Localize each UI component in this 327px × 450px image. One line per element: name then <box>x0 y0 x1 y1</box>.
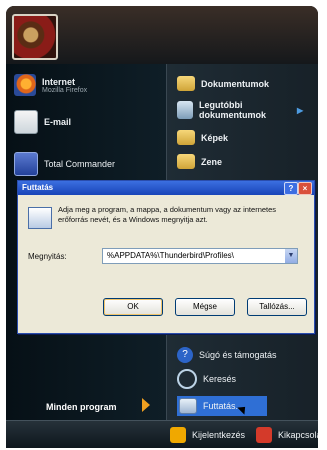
run-dialog: Futtatás ? × Adja meg a program, a mappa… <box>17 180 315 334</box>
start-menu-header <box>6 6 318 64</box>
shutdown-label: Kikapcsolás <box>278 430 318 440</box>
menu-item-help-label: Súgó és támogatás <box>199 350 277 360</box>
ok-button[interactable]: OK <box>103 298 163 316</box>
menu-item-search[interactable]: Keresés <box>177 369 236 389</box>
cancel-button[interactable]: Mégse <box>175 298 235 316</box>
open-field-label: Megnyitás: <box>28 252 67 261</box>
close-button[interactable]: × <box>298 182 312 195</box>
all-programs-arrow-icon <box>142 398 150 412</box>
menu-item-music-label: Zene <box>201 156 223 167</box>
browse-button[interactable]: Tallózás... <box>247 298 307 316</box>
start-menu-footer: Kijelentkezés Kikapcsolás <box>6 420 318 448</box>
menu-item-pictures-label: Képek <box>201 132 229 143</box>
menu-item-documents[interactable]: Dokumentumok <box>177 76 269 91</box>
logoff-label: Kijelentkezés <box>192 430 246 440</box>
menu-item-recent-documents-label: Legutóbbi dokumentumok <box>199 100 267 120</box>
run-dialog-titlebar[interactable]: Futtatás ? × <box>18 181 314 195</box>
logoff-icon <box>170 427 186 443</box>
chevron-down-icon[interactable]: ▼ <box>285 249 297 263</box>
help-icon: ? <box>177 347 193 363</box>
menu-item-total-commander-label: Total Commander <box>44 159 116 169</box>
menu-item-run[interactable]: Futtatás... <box>177 396 267 416</box>
power-icon <box>256 427 272 443</box>
all-programs-button[interactable]: Minden program <box>46 402 117 412</box>
menu-item-recent-documents[interactable]: Legutóbbi dokumentumok ▶ <box>177 100 317 120</box>
menu-item-internet-sub: Mozilla Firefox <box>42 86 88 94</box>
logoff-button[interactable]: Kijelentkezés <box>170 427 245 443</box>
menu-item-email-label: E-mail <box>44 117 72 127</box>
user-avatar[interactable] <box>12 14 58 60</box>
music-folder-icon <box>177 154 195 169</box>
recent-documents-icon <box>177 101 193 119</box>
total-commander-icon <box>14 152 38 176</box>
run-dialog-description: Adja meg a program, a mappa, a dokumentu… <box>58 205 277 224</box>
search-icon <box>177 369 197 389</box>
menu-item-documents-label: Dokumentumok <box>201 78 270 89</box>
open-combobox[interactable]: %APPDATA%\Thunderbird\Profiles\ ▼ <box>102 248 298 264</box>
menu-item-internet[interactable]: Internet Mozilla Firefox <box>14 74 87 96</box>
menu-item-search-label: Keresés <box>203 374 237 384</box>
submenu-arrow-icon: ▶ <box>297 105 304 115</box>
run-dialog-icon <box>28 207 52 229</box>
menu-item-internet-label: Internet <box>42 76 76 87</box>
help-button[interactable]: ? <box>284 182 298 195</box>
run-icon <box>179 398 197 414</box>
shutdown-button[interactable]: Kikapcsolás <box>256 427 318 443</box>
firefox-icon <box>14 74 36 96</box>
mail-icon <box>14 110 38 134</box>
menu-item-help[interactable]: ? Súgó és támogatás <box>177 347 277 363</box>
menu-item-music[interactable]: Zene <box>177 154 222 169</box>
menu-item-email[interactable]: E-mail <box>14 110 71 134</box>
run-dialog-title: Futtatás <box>22 183 54 192</box>
open-input[interactable]: %APPDATA%\Thunderbird\Profiles\ <box>107 251 234 260</box>
menu-item-total-commander[interactable]: Total Commander <box>14 152 115 176</box>
documents-folder-icon <box>177 76 195 91</box>
pictures-folder-icon <box>177 130 195 145</box>
menu-item-pictures[interactable]: Képek <box>177 130 228 145</box>
